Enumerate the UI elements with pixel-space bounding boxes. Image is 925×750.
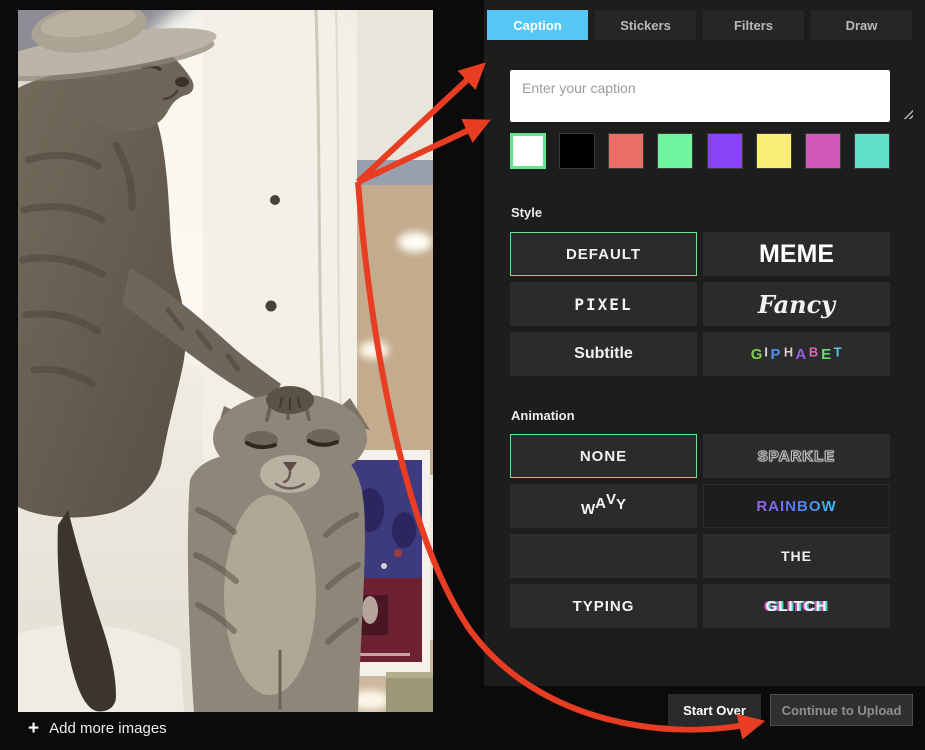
tab-draw[interactable]: Draw (811, 10, 912, 40)
style-option-pixel[interactable]: PIXEL (510, 282, 697, 326)
style-section-label: Style (511, 205, 542, 220)
tab-stickers[interactable]: Stickers (595, 10, 696, 40)
cat-gif-illustration (18, 10, 433, 712)
editor-panel: Caption Stickers Filters Draw Style DEFA… (484, 0, 925, 686)
editor-tabs: Caption Stickers Filters Draw (487, 10, 912, 40)
style-option-subtitle[interactable]: Subtitle (510, 332, 697, 376)
sitting-cat (188, 386, 370, 712)
plus-icon: + (28, 719, 39, 738)
style-options: DEFAULT MEME PIXEL Fancy Subtitle GIPHAB… (510, 232, 890, 376)
add-more-images-button[interactable]: + Add more images (28, 719, 167, 738)
animation-option-fade[interactable] (510, 534, 697, 578)
color-swatch-green[interactable] (657, 133, 693, 169)
animation-option-glitch[interactable]: GLITCH (703, 584, 890, 628)
color-swatch-teal[interactable] (854, 133, 890, 169)
animation-section-label: Animation (511, 408, 575, 423)
tab-filters[interactable]: Filters (703, 10, 804, 40)
style-option-fancy[interactable]: Fancy (703, 282, 890, 326)
color-swatch-yellow[interactable] (756, 133, 792, 169)
animation-option-the[interactable]: THE (703, 534, 890, 578)
standing-cat-nose (175, 77, 189, 87)
animation-option-sparkle[interactable]: SPARKLE (703, 434, 890, 478)
style-option-default[interactable]: DEFAULT (510, 232, 697, 276)
color-swatch-black[interactable] (559, 133, 595, 169)
color-swatch-magenta[interactable] (805, 133, 841, 169)
animation-options: NONE SPARKLE WAVY RAINBOW THE TYPING GLI… (510, 434, 890, 628)
tab-caption[interactable]: Caption (487, 10, 588, 40)
olive-box (386, 672, 433, 712)
caption-color-swatches (510, 133, 890, 169)
gif-preview-canvas[interactable] (18, 10, 433, 712)
style-option-giphabet[interactable]: GIPHABET (703, 332, 890, 376)
add-more-images-label: Add more images (49, 720, 167, 737)
color-swatch-purple[interactable] (707, 133, 743, 169)
animation-option-none[interactable]: NONE (510, 434, 697, 478)
animation-option-typing[interactable]: TYPING (510, 584, 697, 628)
animation-option-rainbow[interactable]: RAINBOW (703, 484, 890, 528)
animation-option-wavy[interactable]: WAVY (510, 484, 697, 528)
color-swatch-coral[interactable] (608, 133, 644, 169)
resize-grip-icon[interactable] (902, 108, 913, 119)
continue-to-upload-button[interactable]: Continue to Upload (770, 694, 913, 726)
caption-input[interactable] (510, 70, 890, 122)
start-over-button[interactable]: Start Over (668, 694, 761, 726)
style-option-meme[interactable]: MEME (703, 232, 890, 276)
color-swatch-white[interactable] (510, 133, 546, 169)
